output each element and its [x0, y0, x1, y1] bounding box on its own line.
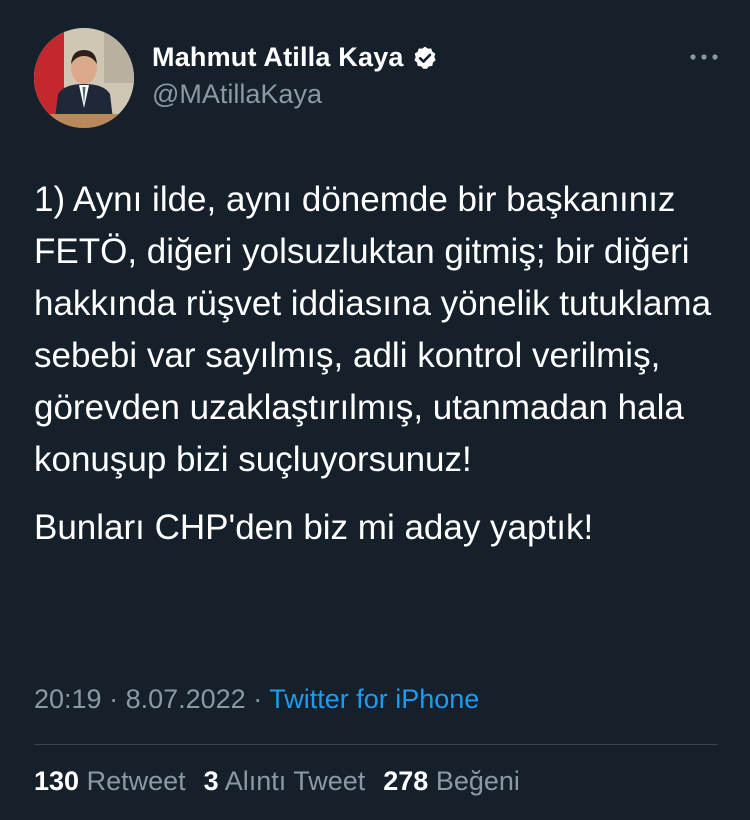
author-handle[interactable]: @MAtillaKaya	[152, 79, 438, 110]
verified-badge-icon	[412, 45, 438, 71]
retweets-count: 130	[34, 766, 80, 796]
meta-separator: ·	[101, 684, 126, 714]
likes-count: 278	[383, 766, 429, 796]
divider	[34, 744, 718, 745]
tweet-text: 1) Aynı ilde, aynı dönemde bir başkanını…	[34, 174, 724, 554]
meta-separator: ·	[245, 684, 270, 714]
tweet-paragraph-1: 1) Aynı ilde, aynı dönemde bir başkanını…	[34, 180, 712, 479]
likes-label: Beğeni	[435, 766, 520, 796]
retweets-label: Retweet	[86, 766, 186, 796]
quotes-label: Alıntı Tweet	[224, 766, 366, 796]
tweet-header: Mahmut Atilla Kaya @MAtillaKaya	[34, 28, 724, 128]
retweets-stat[interactable]: 130 Retweet	[34, 766, 186, 797]
avatar[interactable]	[34, 28, 134, 128]
tweet-stats: 130 Retweet 3 Alıntı Tweet 278 Beğeni	[34, 766, 520, 797]
likes-stat[interactable]: 278 Beğeni	[383, 766, 520, 797]
more-options-icon[interactable]	[684, 50, 724, 64]
tweet-meta: 20:19 · 8.07.2022 · Twitter for iPhone	[34, 684, 479, 715]
quotes-stat[interactable]: 3 Alıntı Tweet	[204, 766, 366, 797]
tweet-paragraph-2: Bunları CHP'den biz mi aday yaptık!	[34, 508, 594, 547]
author-display-name[interactable]: Mahmut Atilla Kaya	[152, 42, 404, 73]
tweet-date[interactable]: 8.07.2022	[126, 684, 246, 714]
tweet-source-link[interactable]: Twitter for iPhone	[269, 684, 479, 714]
quotes-count: 3	[203, 766, 219, 796]
author-block: Mahmut Atilla Kaya @MAtillaKaya	[152, 42, 438, 110]
tweet-time[interactable]: 20:19	[34, 684, 102, 714]
